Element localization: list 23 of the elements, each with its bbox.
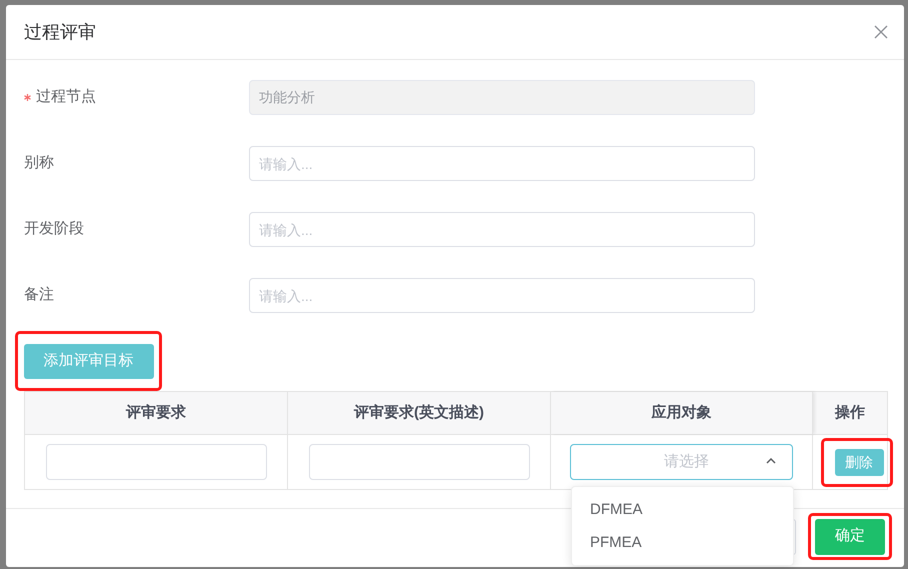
- add-button[interactable]: 添加评审目标: [24, 344, 154, 378]
- input-field[interactable]: 请输入...: [249, 278, 755, 313]
- input-field[interactable]: 请输入...: [249, 146, 755, 181]
- input-field[interactable]: [46, 444, 266, 480]
- field-label: 备注: [24, 285, 54, 306]
- field-label: 开发阶段: [24, 219, 84, 240]
- confirm-button[interactable]: 确定: [815, 518, 885, 554]
- input-field[interactable]: [308, 444, 530, 480]
- field-label: 过程节点: [36, 87, 96, 108]
- select-placeholder: 请选择: [664, 452, 709, 472]
- caret-icon: [766, 458, 776, 464]
- column-header: 操作: [835, 402, 865, 423]
- input-field[interactable]: 请输入...: [249, 212, 755, 247]
- dialog-title: 过程评审: [24, 20, 96, 44]
- field-label: 别称: [24, 153, 54, 174]
- dropdown-option[interactable]: PFMEA: [572, 526, 793, 559]
- select-field[interactable]: 请选择: [570, 444, 793, 480]
- column-header: 评审要求: [126, 402, 186, 423]
- close-icon[interactable]: [874, 25, 888, 39]
- delete-button[interactable]: 删除: [834, 448, 884, 476]
- column-header: 评审要求(英文描述): [354, 402, 484, 423]
- column-header: 应用对象: [652, 402, 712, 423]
- dropdown-option[interactable]: DFMEA: [572, 493, 793, 526]
